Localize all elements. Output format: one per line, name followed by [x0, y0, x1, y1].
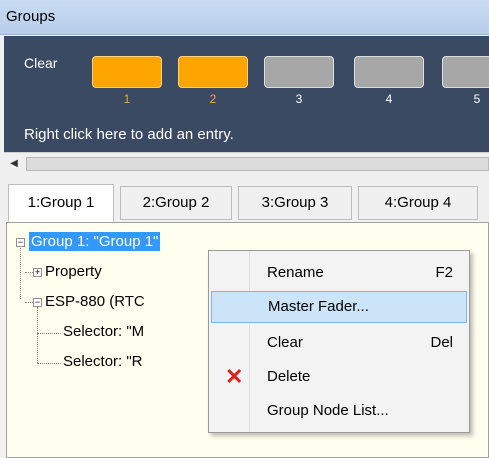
group-tile-2[interactable] — [178, 56, 248, 88]
tab-group-4[interactable]: 4:Group 4 — [358, 186, 478, 220]
tab-group-1[interactable]: 1:Group 1 — [8, 184, 114, 222]
menu-item-clear[interactable]: Clear Del — [211, 327, 467, 359]
tree-line — [37, 363, 61, 364]
groups-window: Groups Clear 1 2 3 4 5 Right click here … — [0, 0, 489, 458]
collapse-icon[interactable]: − — [16, 238, 25, 247]
menu-item-shortcut: Del — [430, 334, 453, 351]
context-menu: Rename F2 Master Fader... Clear Del ✕ De… — [208, 250, 470, 433]
group-tile-5[interactable] — [442, 56, 489, 88]
tree-node-property[interactable]: Property — [45, 263, 102, 280]
tree-node-group-1[interactable]: Group 1: "Group 1" — [29, 232, 161, 251]
collapse-icon[interactable]: − — [33, 298, 42, 307]
clear-label[interactable]: Clear — [24, 55, 57, 71]
menu-item-label: Rename — [267, 264, 324, 281]
add-entry-hint: Right click here to add an entry. — [24, 126, 234, 143]
scroll-thumb[interactable] — [26, 157, 489, 171]
group-tile-4-number: 4 — [385, 92, 393, 106]
group-tile-1-number: 1 — [123, 92, 131, 106]
horizontal-scrollbar[interactable]: ◀ — [4, 152, 489, 175]
group-tabs: 1:Group 1 2:Group 2 3:Group 3 4:Group 4 — [4, 178, 489, 222]
delete-x-icon: ✕ — [225, 364, 244, 389]
tab-group-3[interactable]: 3:Group 3 — [238, 186, 352, 220]
tree-line — [37, 307, 38, 363]
window-title: Groups — [6, 8, 56, 25]
menu-item-master-fader[interactable]: Master Fader... — [211, 291, 467, 323]
group-tile-4[interactable] — [354, 56, 424, 88]
tree-line — [37, 333, 61, 334]
group-tile-3[interactable] — [264, 56, 334, 88]
tree-line — [20, 241, 21, 299]
group-tile-3-number: 3 — [295, 92, 303, 106]
tab-group-2[interactable]: 2:Group 2 — [120, 186, 232, 220]
tree-node-group-1-label: Group 1: "Group 1" — [29, 232, 161, 251]
tree-node-selector-1[interactable]: Selector: "M — [63, 323, 144, 340]
group-tile-1[interactable] — [92, 56, 162, 88]
menu-item-label: Clear — [267, 334, 303, 351]
menu-item-label: Delete — [267, 368, 311, 385]
group-tile-2-number: 2 — [209, 92, 217, 106]
menu-item-shortcut: F2 — [435, 264, 453, 281]
scroll-left-arrow-icon[interactable]: ◀ — [6, 156, 22, 172]
tree-node-selector-2[interactable]: Selector: "R — [63, 353, 143, 370]
menu-item-label: Master Fader... — [268, 298, 369, 315]
menu-item-rename[interactable]: Rename F2 — [211, 257, 467, 289]
menu-item-label: Group Node List... — [267, 402, 389, 419]
expand-icon[interactable]: + — [33, 268, 42, 277]
tree-node-device[interactable]: ESP-880 (RTC — [45, 293, 145, 310]
title-bar: Groups — [0, 0, 489, 35]
menu-item-delete[interactable]: ✕ Delete — [211, 361, 467, 393]
group-tiles-panel[interactable]: Clear 1 2 3 4 5 Right click here to add … — [4, 36, 489, 152]
menu-item-group-node-list[interactable]: Group Node List... — [211, 395, 467, 427]
group-tile-5-number: 5 — [473, 92, 481, 106]
